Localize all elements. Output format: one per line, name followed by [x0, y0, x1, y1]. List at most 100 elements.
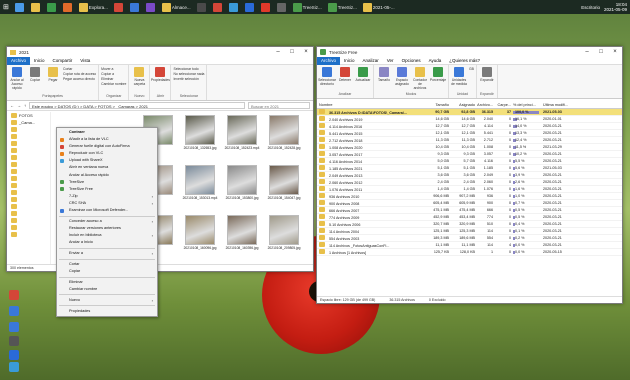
desktop-icon-3[interactable] — [1, 336, 27, 347]
taskbar-app-10[interactable] — [210, 0, 226, 14]
desktop-label[interactable]: Escritorio — [581, 5, 600, 10]
taskbar-app-15[interactable]: TreeSiz... — [290, 0, 325, 14]
file-thumbnail[interactable]: 20210108_154047.jpg — [265, 165, 303, 211]
sidebar-item[interactable] — [7, 154, 50, 161]
table-row[interactable]: 4.114 Archivos 2016 12,7 GB 12,7 GB 4.114 0 1… — [317, 123, 622, 130]
column-header-1[interactable]: Tamaño — [425, 103, 449, 107]
sidebar-item[interactable] — [7, 175, 50, 182]
table-row[interactable]: 1.008 Archivos 2020 10,4 GB 10,4 GB 1.008 0 1… — [317, 144, 622, 151]
ribbon-button[interactable]: Tamaño — [376, 67, 392, 92]
table-row[interactable]: 5.441 Archivos 2015 12,1 GB 12,1 GB 5.441 0 1… — [317, 130, 622, 137]
context-menu-item[interactable]: CRC SHA › — [57, 200, 157, 207]
taskbar-app-4[interactable]: Explora... — [76, 0, 111, 14]
table-row[interactable]: 1.185 Archivos 2021 5,1 GB 5,1 GB 1.185 0 5,6… — [317, 165, 622, 172]
context-menu-item[interactable]: Enviar a › — [57, 250, 157, 257]
taskbar-app-8[interactable]: Almace... — [159, 0, 194, 14]
column-header-4[interactable]: Carpe... — [493, 103, 511, 107]
taskbar-app-7[interactable] — [143, 0, 159, 14]
sidebar-item[interactable] — [7, 189, 50, 196]
ribbon-button[interactable]: Actualizar — [355, 67, 371, 92]
treesize-tab[interactable]: ¿Quieres más? — [445, 58, 484, 63]
sidebar-item[interactable] — [7, 196, 50, 203]
treesize-tab[interactable]: Opciones — [398, 58, 425, 63]
table-row[interactable]: 1 Archivos [1 Archivos] 125,7 KB 128,0 KB 1… — [317, 249, 622, 256]
context-menu-item[interactable]: Conceder acceso a › — [57, 218, 157, 225]
treesize-tab[interactable]: Archivo — [317, 56, 341, 65]
taskbar-app-3[interactable] — [60, 0, 76, 14]
treesize-tab[interactable]: Inicio — [340, 58, 359, 63]
table-row[interactable]: 114 Archivos _FotosAntiguasConFi... 11,1 … — [317, 242, 622, 249]
context-menu-item[interactable]: Incluir en biblioteca › — [57, 232, 157, 239]
context-menu-item[interactable]: TreeSize — [57, 179, 157, 186]
treesize-tab[interactable]: Analizar — [359, 58, 383, 63]
table-row[interactable]: 936 Archivos 2010 906,6 MB 907,2 MB 936 0 1,0… — [317, 193, 622, 200]
table-row[interactable]: 4.116 Archivos 2014 5,0 GB 5,7 GB 4.116 0 5,5… — [317, 158, 622, 165]
taskbar-app-9[interactable] — [194, 0, 210, 14]
ribbon-button[interactable]: Anclar al Acceso rápido — [9, 67, 25, 94]
context-menu-item[interactable]: TreeSize Free — [57, 186, 157, 193]
taskbar-app-5[interactable] — [111, 0, 127, 14]
taskbar-app-0[interactable] — [12, 0, 28, 14]
minimize-icon[interactable]: – — [580, 47, 594, 57]
context-menu-item[interactable]: Abrir en ventana nueva — [57, 164, 157, 171]
sidebar-item[interactable]: _Cama... — [7, 119, 50, 126]
context-menu-item[interactable]: Restaurar versiones anteriores — [57, 225, 157, 232]
table-row[interactable]: 554 Archivos 2003 189,3 MB 189,6 MB 554 0 0,2… — [317, 235, 622, 242]
table-row[interactable]: 900 Archivos 2008 605,4 MB 605,9 MB 900 0 0,7… — [317, 200, 622, 207]
context-menu-item[interactable]: Copiar — [57, 268, 157, 275]
ribbon-button[interactable]: Contador de archivos — [412, 67, 428, 92]
table-row[interactable]: 2.060 Archivos 2012 2,4 GB 2,4 GB 2.060 0 2,6… — [317, 179, 622, 186]
tab-vista[interactable]: Vista — [76, 58, 94, 63]
table-row[interactable]: 666 Archivos 2007 475,1 MB 475,4 MB 666 0 0,5… — [317, 207, 622, 214]
search-input[interactable]: Buscar en 2021 — [248, 102, 310, 109]
column-header-5[interactable]: % del princi... — [511, 103, 541, 107]
treesize-titlebar[interactable]: TreeSize Free – □ × — [317, 47, 622, 57]
desktop-icon-1[interactable] — [1, 306, 27, 317]
context-menu-item[interactable]: Propiedades — [57, 308, 157, 315]
file-thumbnail[interactable]: 20210108_152423.mp4 — [223, 115, 261, 161]
table-row[interactable]: 3.057 Archivos 2017 9,3 GB 9,3 GB 3.057 0 10,… — [317, 151, 622, 158]
context-menu-item[interactable]: Eliminar — [57, 279, 157, 286]
context-menu-item[interactable]: Anclar al Acceso rápido — [57, 172, 157, 179]
ribbon-button[interactable]: Pegar — [45, 67, 61, 94]
taskbar-app-1[interactable] — [28, 0, 44, 14]
desktop-icon-4[interactable] — [1, 350, 27, 361]
column-header-6[interactable]: Última modifi... — [541, 103, 581, 107]
file-thumbnail[interactable]: 20210108_160396.jpg — [223, 215, 261, 261]
back-icon[interactable]: ← — [10, 103, 14, 108]
close-icon[interactable]: × — [608, 47, 622, 57]
ribbon-button[interactable]: Unidades de medida — [451, 67, 467, 92]
ribbon-button[interactable]: Detener — [337, 67, 353, 92]
tab-inicio[interactable]: Inicio — [30, 58, 49, 63]
close-icon[interactable]: × — [299, 47, 313, 57]
sidebar-item[interactable] — [7, 168, 50, 175]
ribbon-small-button[interactable]: Cambiar nombre — [101, 82, 126, 87]
treesize-tab[interactable]: Ver — [383, 58, 398, 63]
taskbar-app-2[interactable] — [44, 0, 60, 14]
desktop-icon-0[interactable] — [1, 290, 27, 301]
maximize-icon[interactable]: □ — [594, 47, 608, 57]
sidebar-item[interactable] — [7, 231, 50, 238]
table-row[interactable]: 5.10 Archivos 2006 320,7 MB 320,9 MB 510 0 0,… — [317, 221, 622, 228]
sidebar-item[interactable] — [7, 140, 50, 147]
treesize-tab[interactable]: Ayuda — [425, 58, 446, 63]
sidebar-item[interactable] — [7, 147, 50, 154]
column-header-3[interactable]: Archivo... — [475, 103, 493, 107]
taskbar-app-12[interactable] — [242, 0, 258, 14]
sidebar-item[interactable] — [7, 182, 50, 189]
context-menu-item[interactable]: Generar fuelle digital con AutoFirma — [57, 143, 157, 150]
forward-icon[interactable]: → — [17, 103, 21, 108]
ribbon-small-button[interactable]: Pegar acceso directo — [63, 77, 96, 82]
ribbon-button[interactable]: Propiedades — [151, 67, 170, 94]
context-menu-item[interactable]: Nuevo › — [57, 297, 157, 304]
sidebar-item[interactable] — [7, 133, 50, 140]
column-header-0[interactable]: Nombre — [317, 103, 425, 107]
start-button[interactable]: ⊞ — [0, 0, 12, 14]
table-row[interactable]: 774 Archivos 2009 452,9 MB 453,4 MB 774 0 0,5… — [317, 214, 622, 221]
file-thumbnail[interactable]: 20210108_153013.mp4 — [181, 165, 219, 211]
taskbar-app-14[interactable] — [274, 0, 290, 14]
table-row[interactable]: 2.049 Archivos 2013 3,6 GB 3,6 GB 2.049 0 3,9… — [317, 172, 622, 179]
context-menu-item[interactable]: Cambiar nombre — [57, 286, 157, 293]
sidebar-item[interactable] — [7, 203, 50, 210]
taskbar-app-13[interactable] — [258, 0, 274, 14]
